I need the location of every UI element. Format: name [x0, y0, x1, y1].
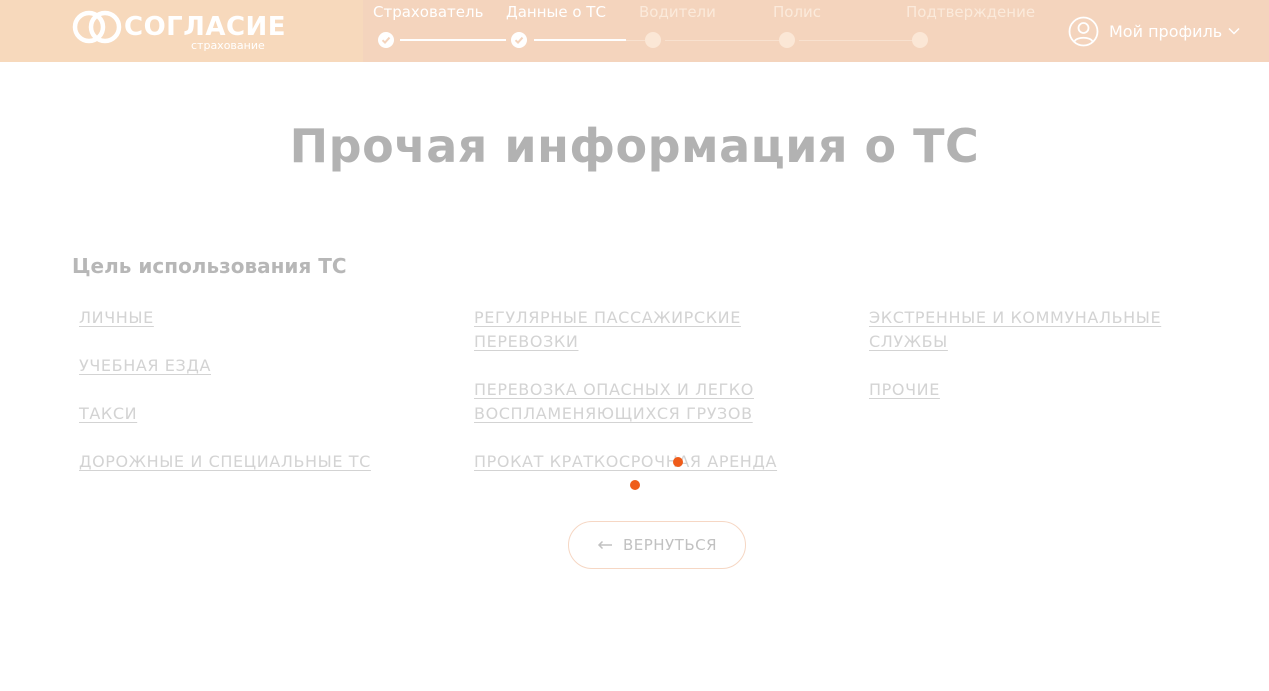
step-dot: [779, 32, 795, 48]
section-title: Цель использования ТС: [72, 254, 347, 278]
arrow-left-icon: [597, 540, 612, 550]
step-connector: [534, 39, 626, 41]
back-button-label: ВЕРНУТЬСЯ: [622, 536, 718, 554]
option-emergency-line2[interactable]: СЛУЖБЫ: [869, 330, 948, 354]
option-driving-school[interactable]: УЧЕБНАЯ ЕЗДА: [79, 354, 211, 378]
back-button[interactable]: ВЕРНУТЬСЯ: [568, 521, 746, 569]
page-title: Прочая информация о ТС: [289, 119, 980, 173]
chevron-down-icon: [1228, 27, 1240, 35]
step-check-icon: [378, 32, 394, 48]
step-connector: [400, 39, 506, 41]
step-label-insurer: Страхователь: [373, 3, 484, 21]
option-regular-passenger-line1[interactable]: РЕГУЛЯРНЫЕ ПАССАЖИРСКИЕ: [474, 306, 741, 330]
option-personal[interactable]: ЛИЧНЫЕ: [79, 306, 154, 330]
option-emergency-line1[interactable]: ЭКСТРЕННЫЕ И КОММУНАЛЬНЫЕ: [869, 306, 1161, 330]
profile-label: Мой профиль: [1109, 21, 1223, 41]
step-check-icon: [511, 32, 527, 48]
option-dangerous-goods-line1[interactable]: ПЕРЕВОЗКА ОПАСНЫХ И ЛЕГКО: [474, 378, 754, 402]
option-regular-passenger-line2[interactable]: ПЕРЕВОЗКИ: [474, 330, 578, 354]
progress-steps: Страхователь Данные о ТС Водители Полис …: [373, 0, 1053, 62]
option-short-term-rental[interactable]: ПРОКАТ КРАТКОСРОЧНАЯ АРЕНДА: [474, 450, 777, 474]
step-label-drivers: Водители: [639, 3, 716, 21]
profile-menu[interactable]: Мой профиль: [1068, 15, 1240, 47]
logo-tagline: страхование: [191, 39, 265, 52]
step-dot: [912, 32, 928, 48]
loading-spinner-dot: [630, 480, 640, 490]
user-circle-icon: [1068, 16, 1099, 46]
option-road-special[interactable]: ДОРОЖНЫЕ И СПЕЦИАЛЬНЫЕ ТС: [79, 450, 371, 474]
option-dangerous-goods-line2[interactable]: ВОСПЛАМЕНЯЮЩИХСЯ ГРУЗОВ: [474, 402, 753, 426]
step-label-vehicle-data: Данные о ТС: [506, 3, 606, 21]
step-connector: [799, 40, 913, 41]
loading-spinner-dot: [673, 457, 683, 467]
step-dot: [645, 32, 661, 48]
rings-logo-icon: [72, 10, 122, 44]
step-connector: [665, 40, 779, 41]
logo[interactable]: СОГЛАСИЕ страхование: [72, 10, 286, 54]
option-other[interactable]: ПРОЧИЕ: [869, 378, 940, 402]
step-connector: [626, 40, 645, 41]
step-label-policy: Полис: [773, 3, 822, 21]
step-label-confirmation: Подтверждение: [906, 3, 1036, 21]
option-taxi[interactable]: ТАКСИ: [79, 402, 137, 426]
